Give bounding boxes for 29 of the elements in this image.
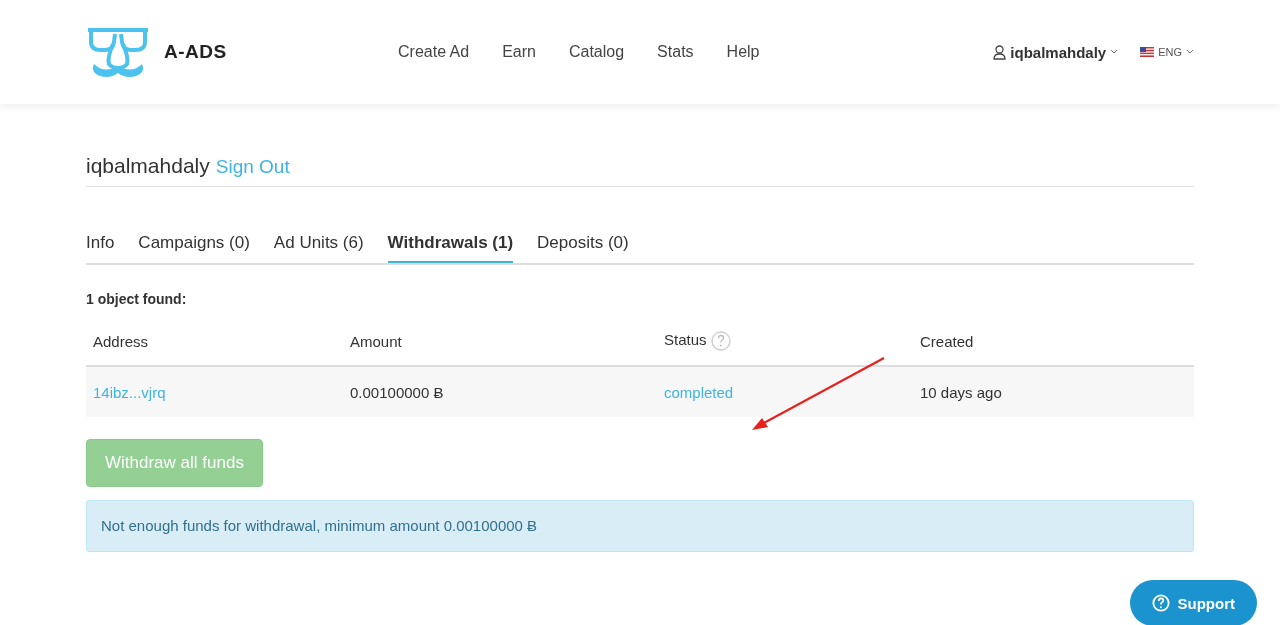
username: iqbalmahdaly [86,154,210,178]
column-header: Address [93,332,149,350]
column-header: Created [920,332,974,350]
caret-icon [1110,49,1119,55]
tab[interactable]: Withdrawals (1) [387,215,514,263]
nav-link[interactable]: Earn [502,43,536,61]
column-header: Amount [350,332,402,350]
nav-link[interactable]: Catalog [568,43,625,61]
tab[interactable]: Ad Units (6) [273,215,364,263]
help-icon[interactable] [710,331,731,352]
tab[interactable]: Campaigns (0) [138,215,250,263]
table-cell: 0.00100000 Ƀ [350,383,444,401]
language-menu[interactable]: ENG [1140,46,1194,58]
info-alert: Not enough funds for withdrawal, minimum amount 0.00100000 Ƀ [86,500,1194,553]
table-cell: 10 days ago [920,383,1002,401]
tab[interactable]: Info [86,215,115,263]
nav-link[interactable]: Create Ad [398,43,470,61]
flag-icon [1140,47,1155,57]
caret-icon [1186,49,1194,55]
result-count: 1 object found: [86,291,188,307]
logo-icon [86,26,150,78]
column-header: Status [664,331,707,348]
tab[interactable]: Deposits (0) [537,215,629,263]
help-icon [1151,594,1170,612]
user-menu[interactable]: iqbalmahdaly [993,43,1119,61]
user-icon [993,44,1007,60]
nav-link[interactable]: Stats [657,43,694,61]
logo-text: A-ADS [164,41,227,63]
nav-link[interactable]: Help [726,43,760,61]
